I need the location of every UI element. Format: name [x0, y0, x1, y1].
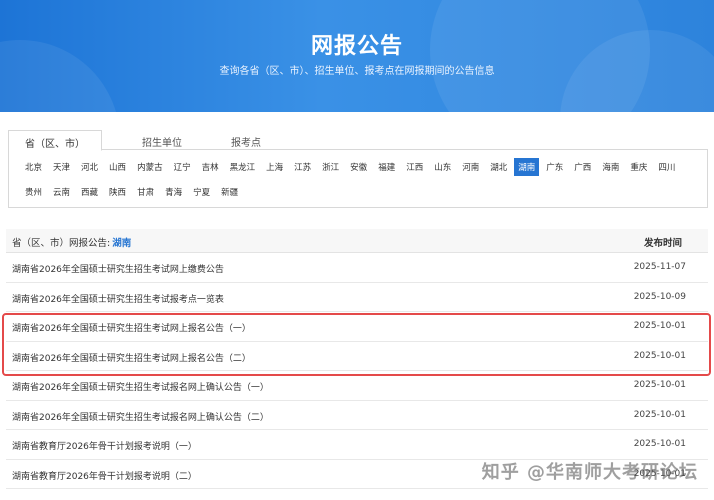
list-item[interactable]: 湖南省2026年全国硕士研究生招生考试报名网上确认公告（一） 2025-10-01 [6, 371, 708, 401]
list-header-text: 省（区、市）网报公告: [12, 238, 111, 249]
announcement-date: 2025-10-01 [633, 439, 686, 449]
announcement-date: 2025-10-01 [633, 380, 686, 390]
announcement-date: 2025-10-01 [633, 350, 686, 361]
category-tabs: 省（区、市） 招生单位 报考点 [8, 130, 708, 151]
list-item[interactable]: 湖南省教育厅2026年骨干计划报考说明（一） 2025-10-01 [6, 430, 708, 460]
announcement-title-link[interactable]: 湖南省2026年全国硕士研究生招生考试报名网上确认公告（一） [12, 380, 269, 393]
province-row1-3[interactable]: 山西 [105, 158, 130, 176]
announcement-date: 2025-10-01 [633, 409, 686, 420]
tab-exam-site[interactable]: 报考点 [216, 130, 276, 151]
announcement-title-link[interactable]: 湖南省2026年全国硕士研究生招生考试报考点一览表 [12, 292, 224, 305]
page-title: 网报公告 [310, 34, 403, 59]
province-row1-14[interactable]: 山东 [430, 158, 455, 176]
announcement-title-link[interactable]: 湖南省2026年全国硕士研究生招生考试网上报名公告（一） [12, 321, 251, 334]
province-row1-4[interactable]: 内蒙古 [133, 158, 167, 176]
province-row2-6[interactable]: 宁夏 [189, 183, 214, 201]
province-row1-2[interactable]: 河北 [77, 158, 102, 176]
list-header: 省（区、市）网报公告: 湖南 发布时间 [6, 229, 708, 253]
province-row1-15[interactable]: 河南 [458, 158, 483, 176]
list-rows: 湖南省2026年全国硕士研究生招生考试网上缴费公告 2025-11-07 湖南省20… [6, 253, 708, 489]
page-subtitle: 查询各省（区、市）、招生单位、报考点在网报期间的公告信息 [219, 66, 495, 77]
announcement-title-link[interactable]: 湖南省教育厅2026年骨干计划报考说明（一） [12, 439, 197, 452]
list-item[interactable]: 湖南省2026年全国硕士研究生招生考试网上缴费公告 2025-11-07 [6, 253, 708, 283]
province-row1-18[interactable]: 广东 [542, 158, 567, 176]
province-row2-7[interactable]: 新疆 [217, 183, 242, 201]
province-row2-4[interactable]: 甘肃 [133, 183, 158, 201]
province-row1-5[interactable]: 辽宁 [170, 158, 195, 176]
announcement-title-link[interactable]: 湖南省2026年全国硕士研究生招生考试报名网上确认公告（二） [12, 410, 269, 423]
tab-institution[interactable]: 招生单位 [122, 130, 202, 151]
announcement-title-link[interactable]: 湖南省2026年全国硕士研究生招生考试网上报名公告（二） [12, 351, 251, 364]
list-header-label: 省（区、市）网报公告: 湖南 [12, 235, 131, 249]
province-row1-0[interactable]: 北京 [21, 158, 46, 176]
announcement-date: 2025-11-07 [633, 262, 686, 272]
province-row2-2[interactable]: 西藏 [77, 183, 102, 201]
announcement-date: 2025-10-09 [633, 291, 686, 302]
province-row1-9[interactable]: 江苏 [290, 158, 315, 176]
province-row1-7[interactable]: 黑龙江 [226, 158, 260, 176]
province-row1-6[interactable]: 吉林 [198, 158, 223, 176]
province-row1-11[interactable]: 安徽 [346, 158, 371, 176]
province-row1-19[interactable]: 广西 [570, 158, 595, 176]
province-row2-0[interactable]: 贵州 [21, 183, 46, 201]
province-row1-21[interactable]: 重庆 [626, 158, 651, 176]
page-banner: 网报公告 查询各省（区、市）、招生单位、报考点在网报期间的公告信息 [0, 0, 714, 112]
province-row1-13[interactable]: 江西 [402, 158, 427, 176]
announcement-title-link[interactable]: 湖南省2026年全国硕士研究生招生考试网上缴费公告 [12, 262, 224, 275]
list-item[interactable]: 湖南省2026年全国硕士研究生招生考试报考点一览表 2025-10-09 [6, 283, 708, 312]
province-row2-3[interactable]: 陕西 [105, 183, 130, 201]
selected-region: 湖南 [112, 238, 132, 249]
province-row1-20[interactable]: 海南 [598, 158, 623, 176]
watermark: 知乎 @华南师大考研论坛 [481, 462, 698, 483]
province-row1-12[interactable]: 福建 [374, 158, 399, 176]
province-row2-5[interactable]: 青海 [161, 183, 186, 201]
announcement-list: 省（区、市）网报公告: 湖南 发布时间 湖南省2026年全国硕士研究生招生考试网上… [6, 229, 708, 489]
province-row: 贵州 云南 西藏 陕西 甘肃 青海 宁夏 新疆 [21, 183, 245, 201]
announcement-date: 2025-10-01 [633, 321, 686, 331]
announcement-title-link[interactable]: 湖南省教育厅2026年骨干计划报考说明（二） [12, 469, 197, 482]
province-row1-22[interactable]: 四川 [654, 158, 679, 176]
province-selector: 北京 天津 河北 山西 内蒙古 辽宁 吉林 黑龙江 上海 江苏 浙江 安徽 福建 江西 山东 河南 湖北 湖南 广东… [8, 150, 708, 208]
list-item[interactable]: 湖南省2026年全国硕士研究生招生考试报名网上确认公告（二） 2025-10-01 [6, 401, 708, 430]
province-row1-16[interactable]: 湖北 [486, 158, 511, 176]
province-row1-1[interactable]: 天津 [49, 158, 74, 176]
province-row1-10[interactable]: 浙江 [318, 158, 343, 176]
province-row1-17[interactable]: 湖南 [514, 158, 540, 176]
province-row: 北京 天津 河北 山西 内蒙古 辽宁 吉林 黑龙江 上海 江苏 浙江 安徽 福建 江西 山东 河南 湖北 湖南 广东… [21, 158, 682, 176]
list-item[interactable]: 湖南省2026年全国硕士研究生招生考试网上报名公告（二） 2025-10-01 [6, 342, 708, 371]
province-row1-8[interactable]: 上海 [262, 158, 287, 176]
province-row2-1[interactable]: 云南 [49, 183, 74, 201]
tab-province[interactable]: 省（区、市） [8, 130, 102, 151]
list-item[interactable]: 湖南省2026年全国硕士研究生招生考试网上报名公告（一） 2025-10-01 [6, 312, 708, 342]
date-column-header: 发布时间 [643, 238, 682, 249]
